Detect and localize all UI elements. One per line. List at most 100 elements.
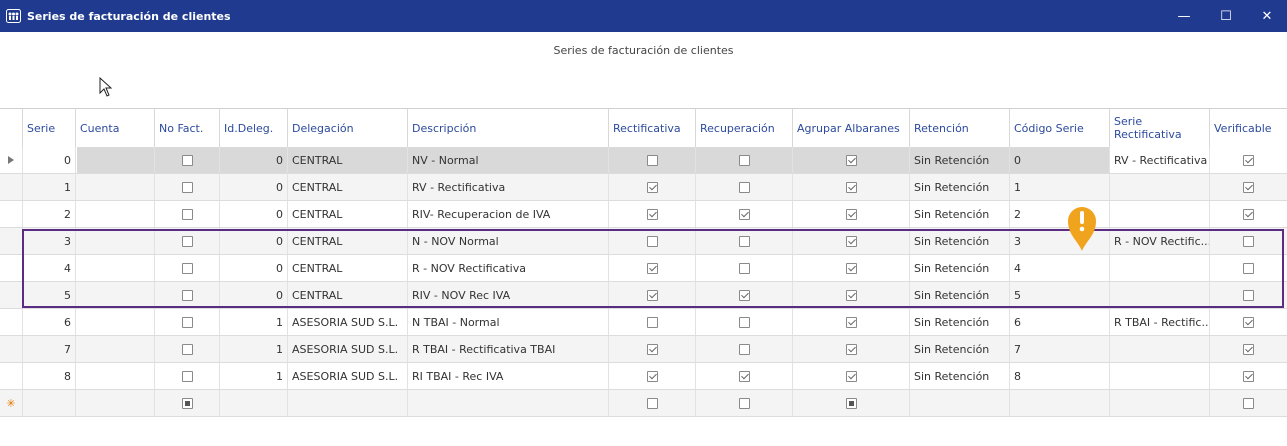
column-header-nofact[interactable]: No Fact. <box>154 109 219 147</box>
nofact-checkbox[interactable] <box>181 154 193 166</box>
recuperacion-checkbox[interactable] <box>738 181 750 193</box>
cell-serie[interactable]: 4 <box>22 255 75 281</box>
cell-cuenta[interactable] <box>75 228 154 254</box>
cell-rectificativa[interactable] <box>608 363 695 389</box>
verificable-checkbox[interactable] <box>1243 370 1254 382</box>
table-row[interactable]: 0 0 CENTRAL NV - Normal Sin Retención 0 RV - R… <box>0 147 1287 174</box>
cell-recuperacion[interactable] <box>695 255 792 281</box>
recuperacion-checkbox[interactable] <box>738 343 750 355</box>
cell-retencion[interactable]: Sin Retención <box>909 201 1009 227</box>
rectificativa-checkbox[interactable] <box>646 397 658 409</box>
cell-iddeleg[interactable]: 0 <box>219 201 287 227</box>
verificable-checkbox[interactable] <box>1243 343 1254 355</box>
cell-verificable[interactable] <box>1209 255 1287 281</box>
cell-retencion[interactable]: Sin Retención <box>909 309 1009 335</box>
cell-codigo[interactable]: 6 <box>1009 309 1109 335</box>
agrupar-checkbox[interactable] <box>845 343 857 355</box>
cell-descripcion[interactable]: R TBAI - Rectificativa TBAI <box>407 336 608 362</box>
cell-agrupar[interactable] <box>792 147 909 173</box>
rectificativa-checkbox[interactable] <box>646 289 658 301</box>
recuperacion-checkbox[interactable] <box>738 316 750 328</box>
cell-recuperacion[interactable] <box>695 201 792 227</box>
cell-codigo[interactable]: 7 <box>1009 336 1109 362</box>
cell-agrupar[interactable] <box>792 255 909 281</box>
verificable-checkbox[interactable] <box>1243 154 1254 166</box>
cell-descripcion[interactable]: RIV - NOV Rec IVA <box>407 282 608 308</box>
cell-agrupar[interactable] <box>792 363 909 389</box>
cell-serierect[interactable] <box>1109 282 1209 308</box>
cell-verificable[interactable] <box>1209 336 1287 362</box>
verificable-checkbox[interactable] <box>1243 208 1254 220</box>
cell-serierect[interactable] <box>1109 390 1209 416</box>
cell-recuperacion[interactable] <box>695 147 792 173</box>
column-header-serie[interactable]: Serie <box>22 109 75 147</box>
cell-agrupar[interactable] <box>792 174 909 200</box>
rectificativa-checkbox[interactable] <box>646 235 658 247</box>
column-header-recuperacion[interactable]: Recuperación <box>695 109 792 147</box>
table-row[interactable]: 8 1 ASESORIA SUD S.L. RI TBAI - Rec IVA Sin … <box>0 363 1287 390</box>
cell-serierect[interactable] <box>1109 201 1209 227</box>
cell-iddeleg[interactable] <box>219 390 287 416</box>
cell-serierect[interactable] <box>1109 255 1209 281</box>
cell-codigo[interactable]: 0 <box>1009 147 1109 173</box>
cell-nofact[interactable] <box>154 390 219 416</box>
cell-descripcion[interactable]: RI TBAI - Rec IVA <box>407 363 608 389</box>
table-row[interactable]: 1 0 CENTRAL RV - Rectificativa Sin Retención… <box>0 174 1287 201</box>
cell-delegacion[interactable]: ASESORIA SUD S.L. <box>287 336 407 362</box>
cell-delegacion[interactable]: CENTRAL <box>287 228 407 254</box>
cell-verificable[interactable] <box>1209 309 1287 335</box>
cell-serie[interactable] <box>22 390 75 416</box>
cell-iddeleg[interactable]: 0 <box>219 147 287 173</box>
cell-delegacion[interactable]: CENTRAL <box>287 201 407 227</box>
cell-nofact[interactable] <box>154 174 219 200</box>
cell-serie[interactable]: 2 <box>22 201 75 227</box>
agrupar-checkbox[interactable] <box>845 154 857 166</box>
cell-serierect[interactable]: R - NOV Rectific... <box>1109 228 1209 254</box>
cell-cuenta[interactable] <box>75 390 154 416</box>
cell-recuperacion[interactable] <box>695 228 792 254</box>
cell-descripcion[interactable]: NV - Normal <box>407 147 608 173</box>
nofact-checkbox[interactable] <box>181 397 193 409</box>
rectificativa-checkbox[interactable] <box>646 154 658 166</box>
cell-retencion[interactable]: Sin Retención <box>909 174 1009 200</box>
minimize-button[interactable]: — <box>1164 0 1204 32</box>
warning-pin-icon[interactable] <box>1064 203 1100 253</box>
cell-serie[interactable]: 8 <box>22 363 75 389</box>
column-header-delegacion[interactable]: Delegación <box>287 109 407 147</box>
agrupar-checkbox[interactable] <box>845 370 857 382</box>
table-row[interactable]: 6 1 ASESORIA SUD S.L. N TBAI - Normal Sin Re… <box>0 309 1287 336</box>
cell-agrupar[interactable] <box>792 228 909 254</box>
table-row[interactable]: 5 0 CENTRAL RIV - NOV Rec IVA Sin Retención 5 <box>0 282 1287 309</box>
recuperacion-checkbox[interactable] <box>738 208 750 220</box>
cell-verificable[interactable] <box>1209 282 1287 308</box>
cell-recuperacion[interactable] <box>695 309 792 335</box>
cell-cuenta[interactable] <box>75 363 154 389</box>
cell-cuenta[interactable] <box>75 201 154 227</box>
cell-serie[interactable]: 0 <box>22 147 75 173</box>
nofact-checkbox[interactable] <box>181 208 193 220</box>
nofact-checkbox[interactable] <box>181 181 193 193</box>
column-header-rectificativa[interactable]: Rectificativa <box>608 109 695 147</box>
cell-descripcion[interactable]: N TBAI - Normal <box>407 309 608 335</box>
cell-nofact[interactable] <box>154 309 219 335</box>
rectificativa-checkbox[interactable] <box>646 343 658 355</box>
cell-serie[interactable]: 7 <box>22 336 75 362</box>
recuperacion-checkbox[interactable] <box>738 154 750 166</box>
cell-nofact[interactable] <box>154 228 219 254</box>
nofact-checkbox[interactable] <box>181 289 193 301</box>
cell-cuenta[interactable] <box>75 255 154 281</box>
cell-rectificativa[interactable] <box>608 336 695 362</box>
cell-agrupar[interactable] <box>792 390 909 416</box>
new-row[interactable]: ✳ <box>0 390 1287 417</box>
cell-verificable[interactable] <box>1209 390 1287 416</box>
recuperacion-checkbox[interactable] <box>738 289 750 301</box>
cell-recuperacion[interactable] <box>695 363 792 389</box>
agrupar-checkbox[interactable] <box>845 289 857 301</box>
rectificativa-checkbox[interactable] <box>646 370 658 382</box>
nofact-checkbox[interactable] <box>181 235 193 247</box>
cell-rectificativa[interactable] <box>608 201 695 227</box>
cell-serie[interactable]: 3 <box>22 228 75 254</box>
cell-descripcion[interactable]: N - NOV Normal <box>407 228 608 254</box>
cell-recuperacion[interactable] <box>695 282 792 308</box>
cell-retencion[interactable]: Sin Retención <box>909 282 1009 308</box>
